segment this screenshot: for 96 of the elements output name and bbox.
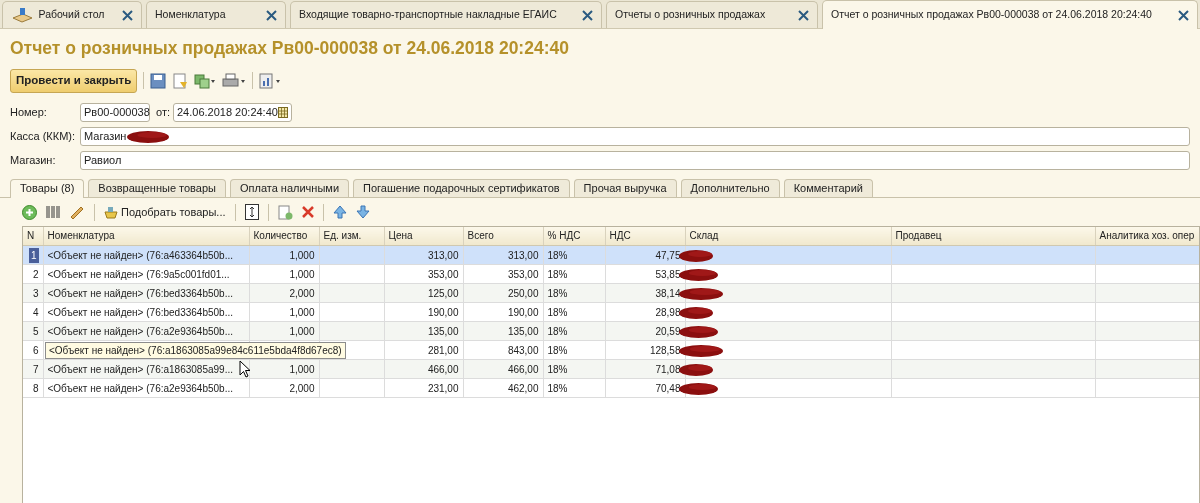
section-tab[interactable]: Прочая выручка: [573, 178, 677, 197]
table-row[interactable]: 2 <Объект не найден> (76:9a5c001fd01... 1,000 353,00 353,00 18% 53,85: [23, 264, 1199, 284]
printer-icon[interactable]: [222, 72, 247, 89]
tab-label: Входящие товарно-транспортные накладные ЕГАИС: [299, 7, 557, 23]
column-header[interactable]: Склад: [685, 226, 891, 246]
window-tab[interactable]: Отчет о розничных продажах Рв00-000038 от 24.06.2018 20:24:40: [822, 0, 1198, 29]
copy-row-icon[interactable]: [277, 204, 293, 220]
column-header[interactable]: N: [23, 226, 43, 246]
table-cell: 18%: [543, 340, 605, 360]
calendar-icon[interactable]: [278, 107, 288, 118]
table-row[interactable]: 8 <Объект не найден> (76:a2e9364b50b... 2,000 231,00 462,00 18% 70,48: [23, 378, 1199, 398]
row-number: 2: [32, 268, 39, 280]
column-header[interactable]: Ед. изм.: [319, 226, 384, 246]
pick-goods-button[interactable]: Подобрать товары...: [104, 203, 226, 221]
section-tab[interactable]: Комментарий: [783, 178, 873, 197]
tab-label: Отчеты о розничных продажах: [615, 7, 766, 23]
document-title: Отчет о розничных продажах Рв00-000038 от 24.06.2018 20:24:40: [9, 37, 570, 60]
column-header[interactable]: Продавец: [891, 226, 1095, 246]
window-tab[interactable]: Номенклатура: [146, 1, 286, 28]
move-up-icon[interactable]: [332, 205, 347, 219]
section-tab[interactable]: Погашение подарочных сертификатов: [353, 178, 570, 197]
column-header[interactable]: Аналитика хоз. опер: [1095, 226, 1199, 246]
table-cell: 1,000: [249, 264, 319, 284]
tab-label: Номенклатура: [155, 7, 226, 23]
table-cell: 231,00: [384, 378, 463, 398]
table-cell: <Объект не найден> (76:bed3364b50b...: [43, 302, 249, 322]
close-icon[interactable]: [798, 9, 809, 21]
row-number: 6: [32, 344, 39, 356]
row-number: 3: [32, 287, 39, 299]
window-tab[interactable]: Отчеты о розничных продажах: [606, 1, 818, 28]
move-down-icon[interactable]: [355, 205, 370, 219]
table-row[interactable]: 4 <Объект не найден> (76:bed3364b50b... 1,000 190,00 190,00 18% 28,98: [23, 302, 1199, 322]
save-icon[interactable]: [150, 72, 167, 89]
field-label: Касса (ККМ):: [10, 129, 77, 145]
row-number: 7: [32, 363, 39, 375]
pick-goods-label: Подобрать товары...: [121, 204, 226, 220]
close-icon[interactable]: [582, 9, 593, 21]
column-header[interactable]: Всего: [463, 226, 543, 246]
row-number: 1: [28, 247, 39, 263]
desk-icon: [11, 6, 33, 24]
table-cell: 18%: [543, 264, 605, 284]
register-field[interactable]: Магазин: [80, 127, 1190, 146]
field-label: от:: [156, 105, 170, 121]
redaction-scribble: [126, 129, 171, 144]
date-value: 24.06.2018 20:24:40: [177, 105, 278, 121]
post-and-close-button[interactable]: Провести и закрыть: [10, 69, 138, 93]
table-cell: <Объект не найден> (76:9a5c001fd01...: [43, 264, 249, 284]
window-tab[interactable]: Рабочий стол: [2, 1, 142, 28]
column-header[interactable]: НДС: [605, 226, 685, 246]
table-cell: 18%: [543, 302, 605, 322]
section-tab[interactable]: Оплата наличными: [229, 178, 350, 197]
table-cell: 190,00: [463, 302, 543, 322]
table-cell: 462,00: [463, 378, 543, 398]
mouse-cursor: [239, 359, 251, 379]
tab-label: Рабочий стол: [38, 7, 105, 23]
column-header[interactable]: Цена: [384, 226, 463, 246]
number-field[interactable]: Рв00-000038: [80, 103, 150, 122]
date-field[interactable]: 24.06.2018 20:24:40: [173, 103, 292, 122]
table-cell: 353,00: [384, 264, 463, 284]
pencil-icon[interactable]: [69, 205, 85, 219]
table-cell: 281,00: [384, 340, 463, 360]
close-icon[interactable]: [1178, 9, 1189, 21]
basket-icon: [104, 205, 118, 219]
table-row[interactable]: 3 <Объект не найден> (76:bed3364b50b... 2,000 125,00 250,00 18% 38,14: [23, 283, 1199, 303]
section-tab[interactable]: Возвращенные товары: [88, 178, 226, 197]
close-icon[interactable]: [122, 9, 133, 21]
tooltip: <Объект не найден> (76:a1863085a99e84c611e5bda4f8d67ec8): [45, 341, 346, 359]
row-height-icon[interactable]: [244, 204, 259, 220]
column-header[interactable]: % НДС: [543, 226, 605, 246]
add-icon[interactable]: [22, 204, 37, 220]
table-cell: 1,000: [249, 302, 319, 322]
section-tab[interactable]: Товары (8): [10, 178, 85, 198]
close-icon[interactable]: [266, 9, 277, 21]
section-tab[interactable]: Дополнительно: [680, 178, 780, 197]
table-row[interactable]: 1 <Объект не найден> (76:a463364b50b... 1,000 313,00 313,00 18% 47,75: [23, 245, 1199, 265]
table-cell: 190,00: [384, 302, 463, 322]
window-tab[interactable]: Входящие товарно-транспортные накладные ЕГАИС: [290, 1, 602, 28]
table-cell: <Объект не найден> (76:a2e9364b50b...: [43, 378, 249, 398]
table-cell: 2,000: [249, 378, 319, 398]
register-value: Магазин: [84, 129, 127, 145]
table-row[interactable]: 7 <Объект не найден> (76:a1863085a99... 1,000 466,00 466,00 18% 71,08: [23, 359, 1199, 379]
table-cell: 353,00: [463, 264, 543, 284]
row-number: 5: [32, 325, 39, 337]
table-row[interactable]: 5 <Объект не найден> (76:a2e9364b50b... 1,000 135,00 135,00 18% 20,59: [23, 321, 1199, 341]
delete-icon[interactable]: [301, 206, 314, 218]
table-cell: 18%: [543, 378, 605, 398]
tab-label: Отчет о розничных продажах Рв00-000038 от 24.06.2018 20:24:40: [831, 7, 1152, 23]
copy-icon[interactable]: [194, 72, 217, 89]
column-header[interactable]: Номенклатура: [43, 226, 249, 246]
field-label: Номер:: [10, 105, 48, 121]
row-number: 8: [32, 382, 39, 394]
field-label: Магазин:: [10, 153, 57, 169]
row-number: 4: [32, 306, 39, 318]
shop-field[interactable]: Равиол: [80, 151, 1190, 170]
table-cell: 843,00: [463, 340, 543, 360]
column-header[interactable]: Количество: [249, 226, 319, 246]
